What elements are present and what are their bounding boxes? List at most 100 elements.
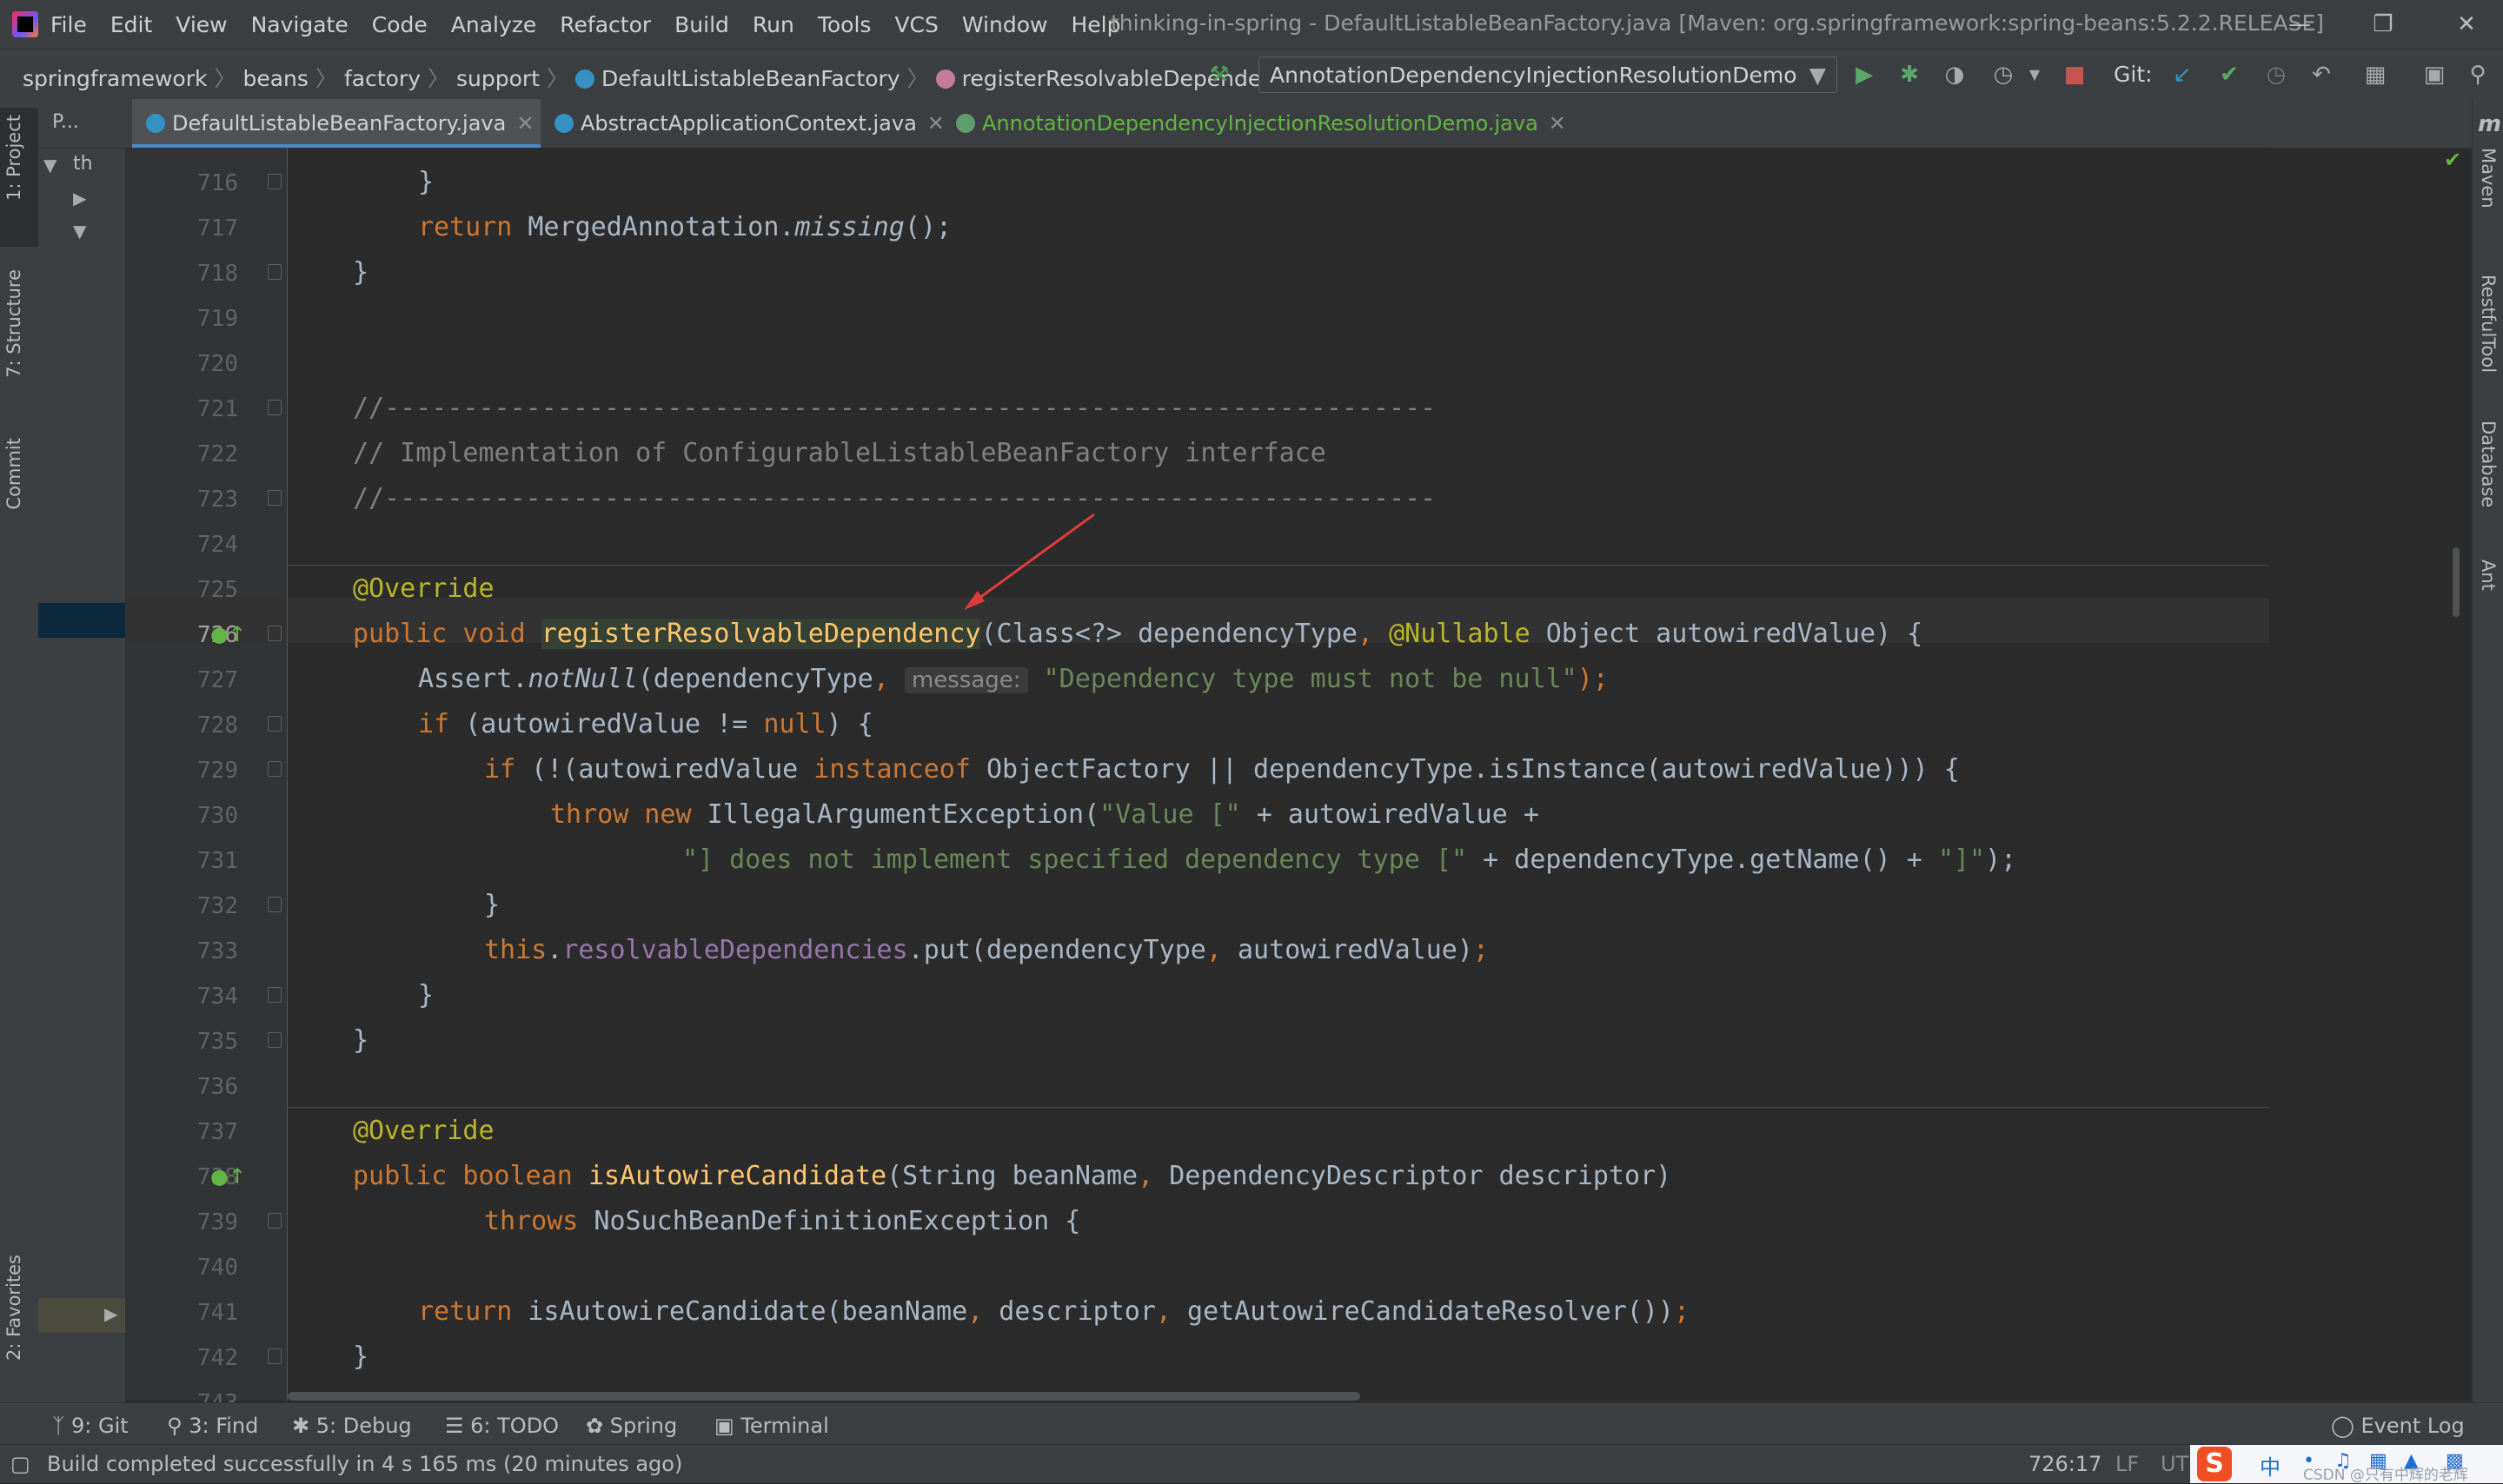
- status-toggle-icon[interactable]: ▢: [10, 1452, 30, 1476]
- fold-icon[interactable]: [268, 716, 282, 732]
- terminal-window-icon[interactable]: ▣: [2421, 62, 2447, 88]
- fold-icon[interactable]: [268, 264, 282, 280]
- restfultool-tab[interactable]: RestfulTool: [2478, 275, 2499, 373]
- git-commit-icon[interactable]: ✔: [2216, 62, 2242, 88]
- menu-code[interactable]: Code: [372, 12, 428, 37]
- breadcrumb-support[interactable]: support: [456, 66, 540, 91]
- event-log-button[interactable]: ◯ Event Log: [2331, 1414, 2465, 1438]
- class-icon: [956, 114, 975, 133]
- profile-icon[interactable]: ◷: [1990, 62, 2016, 88]
- menu-bar: File Edit View Navigate Code Analyze Ref…: [0, 0, 2503, 49]
- fold-icon[interactable]: [268, 987, 282, 1003]
- caret-position[interactable]: 726:17: [2028, 1452, 2101, 1476]
- search-icon[interactable]: ⚲: [2465, 62, 2491, 88]
- fold-icon[interactable]: [268, 400, 282, 415]
- git-update-icon[interactable]: ↙: [2169, 62, 2195, 88]
- close-icon[interactable]: ✕: [2449, 7, 2484, 42]
- horizontal-scrollbar[interactable]: [288, 1392, 1360, 1401]
- breadcrumb-class[interactable]: DefaultListableBeanFactory: [601, 66, 900, 91]
- status-message[interactable]: Build completed successfully in 4 s 165 …: [47, 1452, 682, 1476]
- ime-mode[interactable]: 中: [2260, 1450, 2281, 1481]
- commit-tab[interactable]: Commit: [3, 438, 24, 510]
- menu-vcs[interactable]: VCS: [894, 12, 938, 37]
- favorites-tab[interactable]: 2: Favorites: [3, 1255, 24, 1361]
- fold-icon[interactable]: [268, 490, 282, 506]
- line-number: 742: [197, 1345, 238, 1371]
- menu-refactor[interactable]: Refactor: [560, 12, 651, 37]
- spring-tool-button[interactable]: ✿ Spring: [586, 1414, 677, 1438]
- fold-icon[interactable]: [268, 1032, 282, 1048]
- breadcrumb-factory[interactable]: factory: [344, 66, 421, 91]
- line-number: 723: [197, 487, 238, 513]
- git-history-icon[interactable]: ◷: [2263, 62, 2289, 88]
- menu-analyze[interactable]: Analyze: [451, 12, 537, 37]
- project-panel-label[interactable]: P...: [52, 111, 79, 133]
- maven-tab[interactable]: Maven: [2478, 148, 2499, 209]
- menu-edit[interactable]: Edit: [110, 12, 152, 37]
- find-tool-button[interactable]: ⚲ 3: Find: [167, 1414, 258, 1438]
- tab-annotationdependencyinjectionresolutiondemo[interactable]: AnnotationDependencyInjectionResolutionD…: [942, 99, 1690, 148]
- line-separator[interactable]: LF: [2115, 1452, 2139, 1476]
- vertical-scrollbar[interactable]: [2453, 547, 2460, 617]
- minimize-icon[interactable]: —: [2282, 7, 2317, 42]
- maven-logo: m: [2478, 111, 2502, 137]
- project-root-node[interactable]: th: [73, 153, 93, 175]
- menu-view[interactable]: View: [176, 12, 227, 37]
- menu-file[interactable]: File: [50, 12, 87, 37]
- right-tool-strip: m Maven RestfulTool Database Ant: [2472, 99, 2503, 1402]
- fold-icon[interactable]: [268, 761, 282, 777]
- breadcrumb-method[interactable]: registerResolvableDependency: [962, 66, 1300, 91]
- breadcrumb-springframework[interactable]: springframework: [23, 66, 207, 91]
- fold-icon[interactable]: [268, 626, 282, 641]
- overrides-method-icon[interactable]: ●↑: [210, 1164, 246, 1189]
- event-log-icon: ◯: [2331, 1414, 2361, 1438]
- line-number: 725: [197, 577, 238, 603]
- tree-expand-icon-2[interactable]: ▼: [73, 221, 86, 242]
- terminal-tool-button[interactable]: ▣ Terminal: [714, 1414, 829, 1438]
- tree-expand-icon[interactable]: ▼: [43, 155, 56, 176]
- run-configuration-dropdown[interactable]: AnnotationDependencyInjectionResolutionD…: [1258, 56, 1837, 93]
- fold-icon[interactable]: [268, 174, 282, 189]
- todo-tool-button[interactable]: ☰ 6: TODO: [445, 1414, 559, 1438]
- structure-tab[interactable]: 7: Structure: [3, 269, 24, 378]
- breadcrumb-beans[interactable]: beans: [242, 66, 308, 91]
- run-icon[interactable]: ▶: [1851, 62, 1877, 88]
- debug-tool-button[interactable]: ✱ 5: Debug: [292, 1414, 412, 1438]
- restore-icon[interactable]: ❐: [2366, 7, 2400, 42]
- menu-tools[interactable]: Tools: [818, 12, 872, 37]
- close-tab-icon[interactable]: ✕: [1549, 111, 1566, 136]
- project-tab[interactable]: 1: Project: [3, 115, 24, 201]
- menu-navigate[interactable]: Navigate: [251, 12, 349, 37]
- run-config-label: AnnotationDependencyInjectionResolutionD…: [1270, 63, 1797, 88]
- menu-build[interactable]: Build: [674, 12, 729, 37]
- close-tab-icon[interactable]: ✕: [516, 111, 534, 136]
- coverage-icon[interactable]: ◑: [1942, 62, 1968, 88]
- menu-run[interactable]: Run: [753, 12, 794, 37]
- stop-icon[interactable]: ■: [2061, 62, 2088, 88]
- fold-icon[interactable]: [268, 1213, 282, 1229]
- build-hammer-icon[interactable]: ⚒: [1206, 62, 1232, 88]
- ant-tab[interactable]: Ant: [2478, 560, 2499, 591]
- ime-toolbar: S 中 • ♫ ▦ ▲ ▩ CSDN @只有中辉的老辉: [2190, 1445, 2503, 1484]
- favorites-expand-icon[interactable]: ▶: [104, 1303, 117, 1324]
- overrides-method-icon[interactable]: ●↑: [210, 622, 246, 646]
- database-tab[interactable]: Database: [2478, 421, 2499, 507]
- tab-defaultlistablebeanfactory[interactable]: DefaultListableBeanFactory.java ✕: [132, 99, 541, 148]
- debug-icon[interactable]: ✱: [1896, 62, 1922, 88]
- project-structure-icon[interactable]: ▦: [2362, 62, 2388, 88]
- class-icon: [575, 70, 595, 89]
- git-tool-button[interactable]: ᛉ 9: Git: [52, 1414, 129, 1438]
- fold-icon[interactable]: [268, 1348, 282, 1364]
- fold-icon[interactable]: [268, 897, 282, 912]
- tab-abstractapplicationcontext[interactable]: AbstractApplicationContext.java ✕: [541, 99, 945, 148]
- chevron-down-icon: ▼: [1809, 63, 1826, 88]
- sogou-ime-icon[interactable]: S: [2197, 1447, 2232, 1481]
- tree-selection[interactable]: [38, 603, 125, 638]
- profile-dropdown-icon[interactable]: ▼: [2022, 62, 2048, 88]
- tree-collapsed-icon[interactable]: ▶: [73, 188, 86, 209]
- menu-window[interactable]: Window: [962, 12, 1048, 37]
- line-number: 734: [197, 984, 238, 1010]
- code-editor[interactable]: } return MergedAnnotation.missing(); } /…: [288, 148, 2269, 1401]
- rollback-icon[interactable]: ↶: [2308, 62, 2334, 88]
- breadcrumb: springframework 〉 beans 〉 factory 〉 support 〉 De…: [23, 66, 1300, 91]
